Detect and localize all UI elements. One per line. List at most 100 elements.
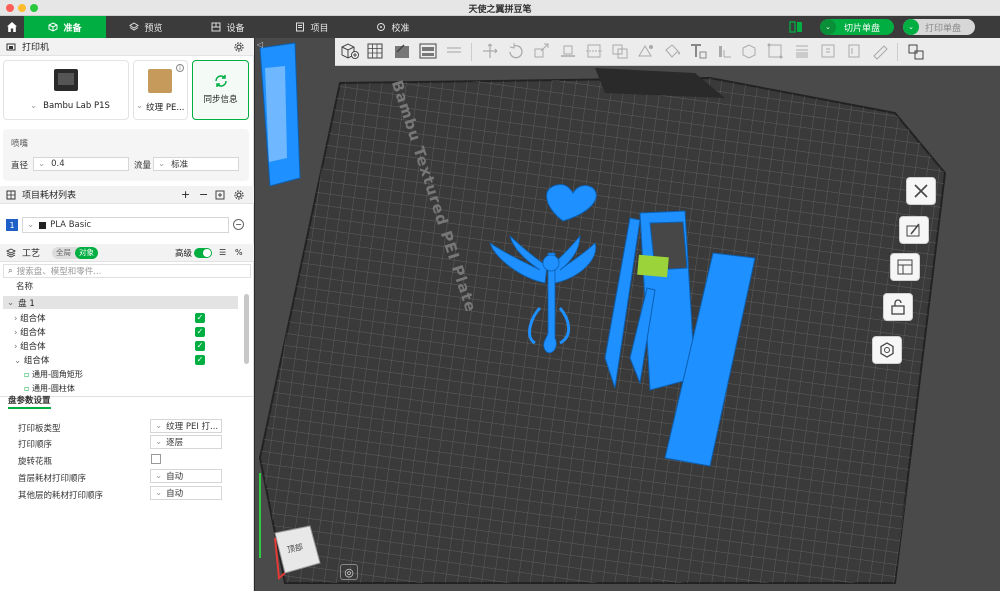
layer-height-icon: [796, 45, 808, 58]
tab-device[interactable]: 设备: [203, 16, 253, 38]
tree-item-checkbox[interactable]: ✓: [195, 327, 205, 337]
rotate-tool[interactable]: [503, 38, 529, 64]
tree-item-checkbox[interactable]: ✓: [195, 313, 205, 323]
plate-row[interactable]: ⌄ 盘 1: [3, 296, 238, 309]
print-sequence-select[interactable]: ⌄ 逐层: [150, 435, 222, 449]
boolean-tool[interactable]: [607, 38, 633, 64]
filament-section-header: 项目耗材列表 + −: [0, 186, 254, 204]
lay-on-face-tool[interactable]: [555, 38, 581, 64]
arrange-grid-tool[interactable]: [363, 38, 389, 64]
add-object-tool[interactable]: [337, 38, 363, 64]
tree-item[interactable]: › 组合体: [14, 340, 46, 352]
tree-item[interactable]: › 组合体: [14, 326, 46, 338]
remove-filament-button[interactable]: −: [199, 188, 208, 201]
printer-name: Bambu Lab P1S: [43, 101, 110, 111]
chevron-down-icon[interactable]: ⌄: [903, 19, 919, 35]
layers-icon: [129, 22, 140, 31]
chevron-down-icon[interactable]: ⌄: [820, 19, 836, 35]
setting-label: 旋转花瓶: [18, 457, 53, 467]
tree-item[interactable]: › 组合体: [14, 312, 46, 324]
toggle-global[interactable]: 全局: [52, 247, 75, 259]
plate-selector[interactable]: ⌄ 纹理 PE...: [136, 101, 184, 113]
tab-prepare[interactable]: 准备: [24, 16, 106, 38]
diameter-select[interactable]: ⌄ 0.4: [33, 157, 129, 171]
toggle-object[interactable]: 对象: [75, 247, 98, 259]
move-tool[interactable]: [477, 38, 503, 64]
gear-icon[interactable]: [234, 41, 244, 52]
filament-edit-icon[interactable]: [215, 190, 225, 200]
printer-selector[interactable]: ⌄ Bambu Lab P1S: [30, 101, 110, 111]
split-tool[interactable]: [441, 38, 467, 64]
tree-child-item[interactable]: ▫ 通用-圆柱体: [24, 383, 75, 394]
print-label: 打印单盘: [925, 23, 962, 34]
paint-view-button[interactable]: [899, 216, 929, 244]
delete-all-button[interactable]: [906, 177, 936, 205]
ruler-tool[interactable]: [867, 38, 893, 64]
sync-info-button[interactable]: 同步信息: [192, 60, 249, 120]
toolbar-divider: [897, 43, 898, 61]
collapse-panel-icon[interactable]: ◁: [257, 40, 267, 50]
spiral-vase-checkbox[interactable]: [151, 454, 161, 464]
color-paint-tool[interactable]: [659, 38, 685, 64]
3d-viewport[interactable]: Bambu Textured PEI Plate 顶部 ◎ ◁: [255, 38, 1000, 591]
chevron-down-icon: ⌄: [30, 101, 38, 111]
cut-tool[interactable]: [581, 38, 607, 64]
tab-project[interactable]: 项目: [287, 16, 337, 38]
tree-item-checkbox[interactable]: ✓: [195, 341, 205, 351]
nozzle-title: 喷嘴: [11, 139, 29, 149]
slice-plate-button[interactable]: ⌄ 切片单盘: [820, 19, 894, 35]
multi-device-button[interactable]: [789, 21, 803, 36]
scale-tool[interactable]: [529, 38, 555, 64]
seam-tool[interactable]: [763, 38, 789, 64]
other-layer-order-select[interactable]: ⌄ 自动: [150, 486, 222, 500]
page-tool[interactable]: [841, 38, 867, 64]
setting-value: 纹理 PEI 打...: [166, 422, 219, 432]
tree-child-item[interactable]: ▫ 通用-圆角矩形: [24, 369, 83, 380]
advanced-toggle[interactable]: [194, 248, 212, 258]
search-icon: ⌕: [8, 266, 13, 276]
flow-select[interactable]: ⌄ 标准: [153, 157, 239, 171]
support-tool[interactable]: [815, 38, 841, 64]
toolbar-divider: [471, 43, 472, 61]
home-button[interactable]: [0, 16, 24, 38]
filament-select[interactable]: ⌄ PLA Basic: [22, 217, 229, 233]
add-filament-button[interactable]: +: [181, 188, 190, 201]
layout-view-button[interactable]: [890, 253, 920, 281]
text-icon: [691, 44, 707, 59]
print-plate-button[interactable]: ⌄ 打印单盘: [903, 19, 975, 35]
remove-filament-icon[interactable]: −: [233, 219, 244, 230]
setting-label: 打印板类型: [18, 424, 61, 434]
tree-item-checkbox[interactable]: ✓: [195, 355, 205, 365]
plate-type-select[interactable]: ⌄ 纹理 PEI 打...: [150, 419, 222, 433]
printer-card[interactable]: ⌄ Bambu Lab P1S: [3, 60, 129, 120]
tab-label: 准备: [63, 23, 82, 34]
tab-calibration[interactable]: 校准: [368, 16, 418, 38]
measure-tool[interactable]: [711, 38, 737, 64]
lock-button[interactable]: [883, 293, 913, 321]
info-icon[interactable]: i: [176, 64, 184, 72]
support-paint-tool[interactable]: [633, 38, 659, 64]
explode-view-tool[interactable]: [903, 38, 929, 64]
fit-view-icon[interactable]: ◎: [340, 564, 358, 580]
hexagon-gear-icon: [880, 342, 894, 358]
variable-layer-tool[interactable]: [789, 38, 815, 64]
settings-hex-button[interactable]: [872, 336, 902, 364]
assembly-tool[interactable]: [737, 38, 763, 64]
text-tool[interactable]: [685, 38, 711, 64]
percent-icon[interactable]: %: [235, 248, 243, 257]
chevron-down-icon: ⌄: [38, 159, 46, 169]
first-layer-order-select[interactable]: ⌄ 自动: [150, 469, 222, 483]
search-input[interactable]: ⌕ 搜索盘、模型和零件...: [3, 264, 251, 278]
gear-icon[interactable]: [234, 189, 244, 200]
chevron-down-icon: ⌄: [155, 488, 163, 498]
plate-layout-tool[interactable]: [415, 38, 441, 64]
plate-card[interactable]: i ⌄ 纹理 PE...: [133, 60, 188, 120]
global-object-toggle[interactable]: 全局 对象: [52, 247, 98, 259]
tree-item[interactable]: ⌄ 组合体: [14, 354, 49, 366]
orient-tool[interactable]: [389, 38, 415, 64]
tree-item-label: 组合体: [23, 356, 50, 366]
tree-scrollbar[interactable]: [244, 294, 249, 364]
tab-preview[interactable]: 预览: [118, 16, 174, 38]
chevron-right-icon: ›: [14, 342, 18, 352]
compare-icon[interactable]: ☰: [219, 248, 226, 257]
